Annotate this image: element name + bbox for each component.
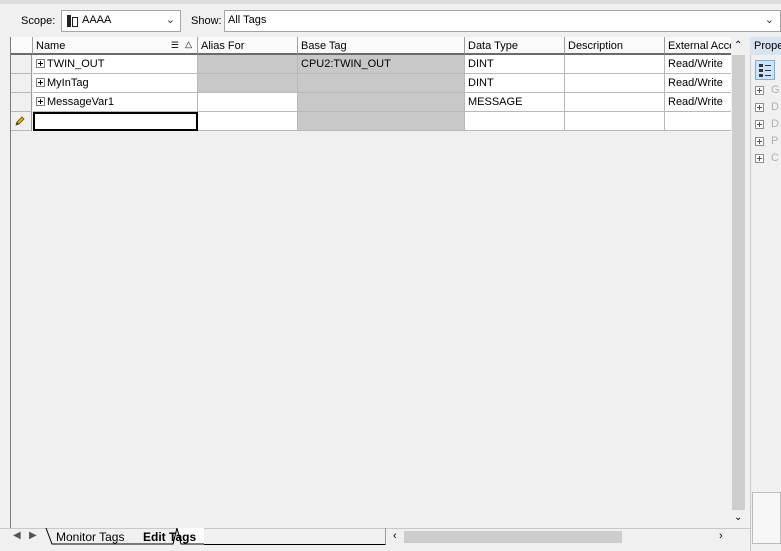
external-access-value: Read/Write — [668, 96, 723, 108]
expand-plus-icon[interactable] — [36, 78, 45, 87]
column-alias-label: Alias For — [201, 40, 245, 52]
column-external-access-label: External Acce — [668, 40, 732, 52]
base-tag-cell[interactable]: CPU2:TWIN_OUT — [298, 55, 465, 74]
controller-icon — [67, 15, 78, 27]
table-row-name-cell[interactable]: MessageVar1 — [33, 93, 198, 112]
expand-plus-icon[interactable] — [755, 86, 764, 95]
chevron-down-icon[interactable]: ⌄ — [166, 13, 175, 26]
tag-name: MessageVar1 — [47, 96, 115, 108]
expand-plus-icon[interactable] — [755, 103, 764, 112]
column-header-external-access[interactable]: External Acce — [665, 37, 732, 55]
property-description-box — [752, 492, 781, 544]
scroll-up-icon[interactable]: ⌃ — [734, 40, 742, 51]
property-category: D — [771, 101, 779, 113]
categorized-view-icon[interactable] — [755, 60, 775, 80]
scope-dropdown[interactable]: AAAA ⌄ — [61, 10, 181, 32]
show-label: Show: — [191, 15, 222, 27]
tag-name: MyInTag — [47, 77, 89, 89]
data-type-cell[interactable]: DINT — [465, 55, 565, 74]
data-type-value: DINT — [468, 58, 494, 70]
row-header-corner — [11, 37, 33, 55]
tab-scroll-right-icon[interactable]: ▶ — [29, 530, 37, 541]
tab-edit-tags[interactable]: Edit Tags — [137, 529, 202, 546]
data-type-cell[interactable]: DINT — [465, 74, 565, 93]
tag-grid: Name ☰ △ Alias For Base Tag Data Type De… — [10, 37, 732, 528]
property-category: G — [771, 84, 780, 96]
column-header-description[interactable]: Description — [565, 37, 665, 55]
description-cell[interactable] — [565, 74, 665, 93]
column-header-alias-for[interactable]: Alias For — [198, 37, 298, 55]
row-selector[interactable] — [11, 55, 32, 74]
description-cell[interactable] — [565, 93, 665, 112]
properties-panel — [750, 37, 781, 551]
new-description-cell[interactable] — [565, 112, 665, 131]
tab-scroll-left-icon[interactable]: ◀ — [13, 530, 21, 541]
base-tag-value: CPU2:TWIN_OUT — [301, 58, 391, 70]
data-type-value: MESSAGE — [468, 96, 523, 108]
alias-for-cell[interactable] — [198, 74, 298, 93]
scope-value: AAAA — [82, 14, 112, 26]
external-access-cell[interactable]: Read/Write — [665, 93, 732, 112]
column-header-data-type[interactable]: Data Type — [465, 37, 565, 55]
base-tag-cell[interactable] — [298, 74, 465, 93]
column-description-label: Description — [568, 40, 624, 52]
new-row-selector[interactable] — [11, 112, 32, 131]
scope-label: Scope: — [21, 15, 56, 27]
scroll-left-icon[interactable]: ‹ — [393, 530, 397, 542]
tab-splitter[interactable] — [204, 528, 386, 545]
new-alias-for-cell[interactable] — [198, 112, 298, 131]
chevron-down-icon[interactable]: ⌄ — [765, 13, 774, 26]
pencil-edit-icon — [15, 116, 25, 126]
new-data-type-cell[interactable] — [465, 112, 565, 131]
expand-plus-icon[interactable] — [36, 59, 45, 68]
tag-name: TWIN_OUT — [47, 58, 105, 70]
expand-plus-icon[interactable] — [755, 154, 764, 163]
new-base-tag-cell[interactable] — [298, 112, 465, 131]
tab-monitor-tags[interactable]: Monitor Tags — [50, 529, 130, 546]
show-filter-dropdown[interactable]: All Tags ⌄ — [224, 10, 781, 32]
properties-panel-title: Prope — [750, 37, 781, 55]
row-selector[interactable] — [11, 74, 32, 93]
property-category: C — [771, 152, 779, 164]
expand-plus-icon[interactable] — [36, 97, 45, 106]
sort-ascending-icon[interactable]: △ — [185, 39, 192, 50]
data-type-value: DINT — [468, 77, 494, 89]
external-access-cell[interactable]: Read/Write — [665, 55, 732, 74]
column-data-type-label: Data Type — [468, 40, 518, 52]
column-base-tag-label: Base Tag — [301, 40, 347, 52]
alias-for-cell[interactable] — [198, 93, 298, 112]
external-access-value: Read/Write — [668, 77, 723, 89]
show-filter-value: All Tags — [228, 14, 267, 26]
new-external-access-cell[interactable] — [665, 112, 732, 131]
property-category: D — [771, 118, 779, 130]
table-row-name-cell[interactable]: TWIN_OUT — [33, 55, 198, 74]
column-header-name[interactable]: Name ☰ △ — [33, 37, 198, 55]
table-row-name-cell[interactable]: MyInTag — [33, 74, 198, 93]
scroll-right-icon[interactable]: › — [719, 530, 723, 542]
property-category: P — [771, 135, 779, 147]
expand-plus-icon[interactable] — [755, 120, 764, 129]
column-chooser-icon[interactable]: ☰ — [171, 40, 179, 51]
base-tag-cell[interactable] — [298, 93, 465, 112]
external-access-value: Read/Write — [668, 58, 723, 70]
external-access-cell[interactable]: Read/Write — [665, 74, 732, 93]
horizontal-scroll-thumb[interactable] — [404, 531, 622, 543]
column-name-label: Name — [36, 40, 66, 52]
new-tag-name-input[interactable] — [33, 112, 198, 131]
expand-plus-icon[interactable] — [755, 137, 764, 146]
column-header-base-tag[interactable]: Base Tag — [298, 37, 465, 55]
scroll-down-icon[interactable]: ⌄ — [734, 512, 742, 523]
alias-for-cell[interactable] — [198, 55, 298, 74]
row-selector[interactable] — [11, 93, 32, 112]
data-type-cell[interactable]: MESSAGE — [465, 93, 565, 112]
description-cell[interactable] — [565, 55, 665, 74]
vertical-scroll-thumb[interactable] — [732, 55, 745, 510]
